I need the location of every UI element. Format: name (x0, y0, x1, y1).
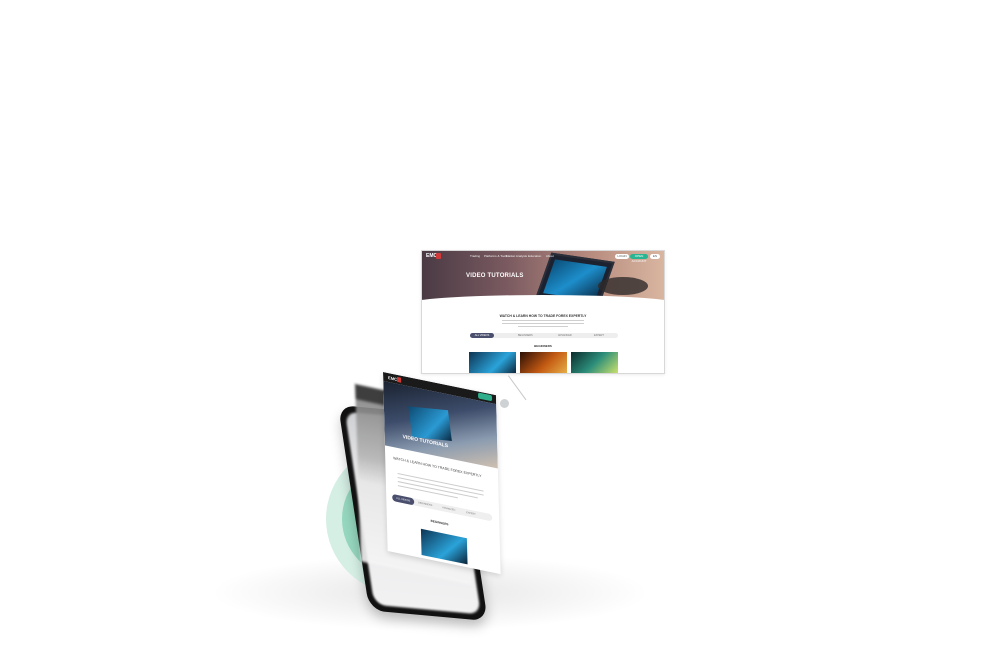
nav-item-analysis[interactable]: Market Analysis (506, 254, 527, 258)
tab-all-videos[interactable]: ALL VIDEOS (392, 493, 415, 506)
hero-title: VIDEO TUTORIALS (466, 273, 524, 279)
language-button[interactable]: EN (650, 254, 660, 259)
hands-image (598, 277, 648, 295)
nav-item-platforms[interactable]: Platforms & Tools (484, 254, 507, 258)
mobile-section-title: BEGINNERS (430, 518, 449, 527)
intro-text-line (397, 481, 478, 499)
connector-line (508, 375, 527, 401)
nav-item-trading[interactable]: Trading (470, 254, 480, 258)
tab-expert[interactable]: EXPERT (594, 334, 604, 337)
video-thumbnail[interactable] (571, 352, 618, 373)
section-title: BEGINNERS (534, 344, 552, 348)
video-thumbnail[interactable] (520, 352, 567, 373)
tab-all-videos[interactable]: ALL VIDEOS (470, 333, 494, 338)
intro-text-line (502, 320, 584, 321)
video-thumbnail[interactable] (469, 352, 516, 373)
page-headline: WATCH & LEARN HOW TO TRADE FOREX EXPERTL… (499, 314, 587, 318)
desktop-mockup: EMC Trading Platforms & Tools Market Ana… (421, 250, 665, 374)
tab-beginners[interactable]: BEGINNERS (518, 334, 533, 337)
nav-item-education[interactable]: Education (528, 254, 541, 258)
logo-shield-icon (436, 253, 441, 259)
nav-item-about[interactable]: About (546, 254, 554, 258)
mobile-logo[interactable]: EMC (388, 375, 397, 382)
hero-curve (422, 295, 664, 315)
connector-dot (500, 399, 509, 408)
tab-advanced[interactable]: ADVANCED (558, 334, 572, 337)
mobile-page-layer: EMC VIDEO TUTORIALS WATCH & LEARN HOW TO… (383, 372, 501, 575)
intro-text-line (518, 326, 568, 327)
logo-shield-icon (397, 376, 402, 383)
intro-text-line (502, 323, 584, 324)
login-button[interactable]: LOGIN (615, 254, 629, 259)
video-thumbnail[interactable] (420, 528, 468, 565)
top-nav: EMC Trading Platforms & Tools Market Ana… (422, 251, 664, 263)
open-account-button[interactable]: OPEN ACCOUNT (630, 254, 648, 263)
